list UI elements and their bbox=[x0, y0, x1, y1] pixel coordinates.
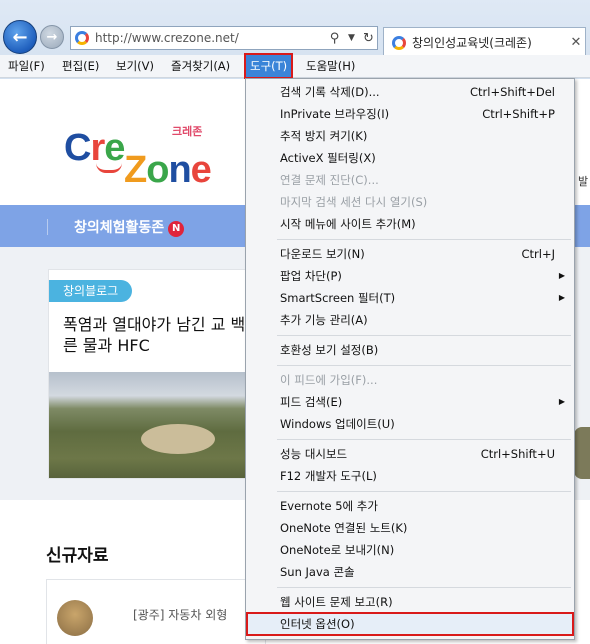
menu-item-label: 시작 메뉴에 사이트 추가(M) bbox=[280, 217, 416, 231]
crezone-logo[interactable]: Cre Zone 크레존 bbox=[64, 123, 214, 193]
menu-item-label: 검색 기록 삭제(D)... bbox=[280, 85, 380, 99]
menu-item-label: 인터넷 옵션(O) bbox=[280, 617, 355, 631]
forward-button[interactable]: → bbox=[40, 25, 64, 49]
menu-item[interactable]: SmartScreen 필터(T) ▶ bbox=[247, 287, 573, 309]
site-favicon-icon bbox=[75, 31, 89, 45]
menu-item[interactable]: 피드 검색(E) ▶ bbox=[247, 391, 573, 413]
submenu-arrow-icon: ▶ bbox=[558, 271, 565, 280]
menu-help[interactable]: 도움말(H) bbox=[302, 55, 359, 77]
tab-title: 창의인성교육넷(크레존) bbox=[412, 36, 532, 50]
tools-dropdown-menu: 검색 기록 삭제(D)... Ctrl+Shift+Del InPrivate 브라… bbox=[245, 78, 575, 640]
menu-item-label: Windows 업데이트(U) bbox=[280, 417, 395, 431]
menu-item-label: 웹 사이트 문제 보고(R) bbox=[280, 595, 393, 609]
menu-item-label: 추가 기능 관리(A) bbox=[280, 313, 368, 327]
card-title[interactable]: 폭염과 열대야가 남긴 교 백록담의 마른 물과 HFC bbox=[63, 314, 247, 356]
menu-item: 마지막 검색 세션 다시 열기(S) bbox=[247, 191, 573, 213]
menu-item-label: 이 피드에 가입(F)... bbox=[280, 373, 378, 387]
menu-item-label: 성능 대시보드 bbox=[280, 447, 348, 461]
menu-item[interactable]: InPrivate 브라우징(I) Ctrl+Shift+P bbox=[247, 103, 573, 125]
menu-item-label: 팝업 차단(P) bbox=[280, 269, 342, 283]
menu-item[interactable]: Windows 업데이트(U) bbox=[247, 413, 573, 435]
menu-item-label: F12 개발자 도구(L) bbox=[280, 469, 377, 483]
back-button[interactable]: ← bbox=[3, 20, 37, 54]
address-input[interactable]: http://www.crezone.net/ bbox=[95, 31, 326, 45]
menu-item[interactable]: 팝업 차단(P) ▶ bbox=[247, 265, 573, 287]
menu-item[interactable]: OneNote로 보내기(N) bbox=[247, 539, 573, 561]
menu-separator bbox=[277, 365, 571, 366]
menu-item[interactable]: 다운로드 보기(N) Ctrl+J bbox=[247, 243, 573, 265]
menu-item[interactable]: 추가 기능 관리(A) bbox=[247, 309, 573, 331]
logo-text-zone: Zone bbox=[124, 149, 212, 191]
partial-image-right bbox=[574, 427, 590, 479]
menu-edit[interactable]: 편집(E) bbox=[58, 55, 103, 77]
menu-bar: 파일(F) 편집(E) 보기(V) 즐겨찾기(A) 도구(T) 도움말(H) bbox=[0, 53, 590, 79]
image-detail bbox=[141, 424, 215, 454]
menu-item[interactable]: 웹 사이트 문제 보고(R) bbox=[247, 591, 573, 613]
nav-item-creative-activity[interactable]: 창의체험활동존 N bbox=[74, 217, 185, 237]
menu-item[interactable]: Sun Java 콘솔 bbox=[247, 561, 573, 583]
menu-item[interactable]: 추적 방지 켜기(K) bbox=[247, 125, 573, 147]
menu-separator bbox=[277, 439, 571, 440]
menu-separator bbox=[277, 239, 571, 240]
menu-tools[interactable]: 도구(T) bbox=[243, 53, 294, 79]
submenu-arrow-icon: ▶ bbox=[558, 293, 565, 302]
menu-item: 이 피드에 가입(F)... bbox=[247, 369, 573, 391]
address-bar[interactable]: http://www.crezone.net/ ⚲ ▼ ↻ bbox=[70, 26, 378, 50]
search-icon[interactable]: ⚲ bbox=[326, 31, 343, 46]
menu-item-label: SmartScreen 필터(T) bbox=[280, 291, 396, 305]
card-category-tag: 창의블로그 bbox=[49, 280, 133, 302]
right-cut-text: 발 bbox=[578, 175, 589, 188]
menu-item-label: 추적 방지 켜기(K) bbox=[280, 129, 368, 143]
list-item-title[interactable]: [광주] 자동차 외형 bbox=[133, 606, 227, 623]
menu-file[interactable]: 파일(F) bbox=[4, 55, 49, 77]
menu-item-label: 다운로드 보기(N) bbox=[280, 247, 365, 261]
menu-item[interactable]: ActiveX 필터링(X) bbox=[247, 147, 573, 169]
menu-item-label: 연결 문제 진단(C)... bbox=[280, 173, 379, 187]
menu-item-label: ActiveX 필터링(X) bbox=[280, 151, 376, 165]
forward-arrow-icon: → bbox=[46, 29, 58, 45]
menu-separator bbox=[277, 491, 571, 492]
menu-item-label: Sun Java 콘솔 bbox=[280, 565, 355, 579]
close-icon[interactable]: ✕ bbox=[567, 35, 585, 50]
menu-item-label: OneNote로 보내기(N) bbox=[280, 543, 395, 557]
list-thumbnail bbox=[57, 600, 93, 636]
menu-item-label: OneNote 연결된 노트(K) bbox=[280, 521, 408, 535]
menu-item[interactable]: 검색 기록 삭제(D)... Ctrl+Shift+Del bbox=[247, 81, 573, 103]
menu-item: 연결 문제 진단(C)... bbox=[247, 169, 573, 191]
menu-item-shortcut: Ctrl+Shift+Del bbox=[470, 85, 555, 99]
logo-korean-text: 크레존 bbox=[172, 125, 203, 138]
chevron-down-icon[interactable]: ▼ bbox=[343, 33, 360, 43]
new-badge: N bbox=[168, 221, 185, 237]
menu-item-label: Evernote 5에 추가 bbox=[280, 499, 378, 513]
menu-item[interactable]: 인터넷 옵션(O) bbox=[246, 612, 574, 636]
submenu-arrow-icon: ▶ bbox=[558, 397, 565, 406]
menu-item-shortcut: Ctrl+Shift+P bbox=[482, 107, 555, 121]
menu-item[interactable]: 호환성 보기 설정(B) bbox=[247, 339, 573, 361]
menu-item-shortcut: Ctrl+Shift+U bbox=[480, 447, 555, 461]
back-arrow-icon: ← bbox=[12, 26, 28, 48]
menu-item-label: InPrivate 브라우징(I) bbox=[280, 107, 390, 121]
menu-item[interactable]: 성능 대시보드 Ctrl+Shift+U bbox=[247, 443, 573, 465]
menu-item-label: 마지막 검색 세션 다시 열기(S) bbox=[280, 195, 428, 209]
nav-item-label: 창의체험활동존 bbox=[74, 220, 165, 236]
menu-item-label: 호환성 보기 설정(B) bbox=[280, 343, 379, 357]
browser-tab[interactable]: 창의인성교육넷(크레존) ✕ bbox=[383, 27, 586, 57]
featured-card[interactable]: 창의블로그 폭염과 열대야가 남긴 교 백록담의 마른 물과 HFC bbox=[48, 269, 248, 479]
list-item[interactable]: [광주] 자동차 외형 bbox=[46, 579, 266, 644]
menu-separator bbox=[277, 335, 571, 336]
menu-item-label: 피드 검색(E) bbox=[280, 395, 343, 409]
menu-item[interactable]: Evernote 5에 추가 bbox=[247, 495, 573, 517]
menu-favorites[interactable]: 즐겨찾기(A) bbox=[167, 55, 234, 77]
refresh-icon[interactable]: ↻ bbox=[360, 31, 377, 46]
menu-item-shortcut: Ctrl+J bbox=[521, 247, 556, 261]
tab-favicon-icon bbox=[392, 35, 406, 50]
menu-item[interactable]: F12 개발자 도구(L) bbox=[247, 465, 573, 487]
menu-separator bbox=[277, 587, 571, 588]
card-image[interactable] bbox=[49, 372, 247, 478]
section-title-new-materials: 신규자료 bbox=[46, 546, 109, 566]
menu-item[interactable]: OneNote 연결된 노트(K) bbox=[247, 517, 573, 539]
menu-view[interactable]: 보기(V) bbox=[112, 55, 158, 77]
nav-divider bbox=[47, 219, 48, 235]
menu-item[interactable]: 시작 메뉴에 사이트 추가(M) bbox=[247, 213, 573, 235]
